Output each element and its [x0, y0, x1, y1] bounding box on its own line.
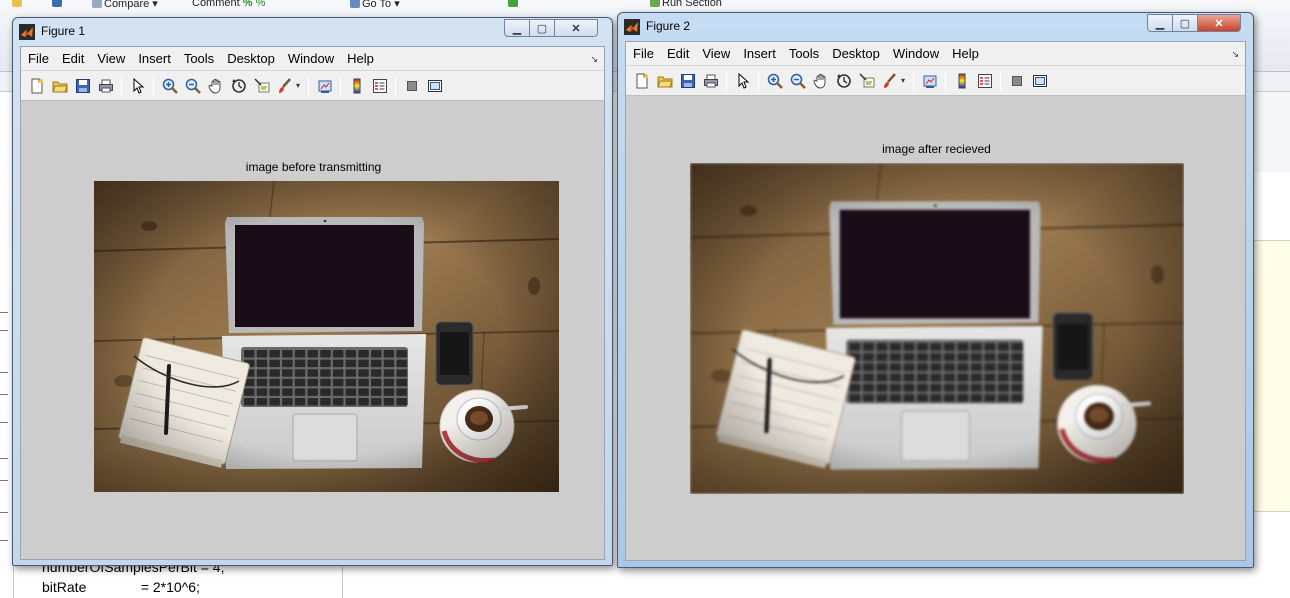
toolbar-separator — [758, 70, 759, 91]
code-line[interactable]: bitRate = 2*10^6; — [42, 579, 200, 595]
menu-insert[interactable]: Insert — [743, 46, 776, 61]
menu-window[interactable]: Window — [893, 46, 939, 61]
toolbar-separator — [340, 75, 341, 96]
figure-1-client: File Edit View Insert Tools Desktop Wind… — [20, 46, 605, 560]
figure-1-window[interactable]: Figure 1 ▁ ▢ ✕ File Edit View Insert Too… — [12, 17, 613, 566]
menu-file[interactable]: File — [633, 46, 654, 61]
zoom-in-icon[interactable] — [158, 75, 181, 97]
save-figure-icon[interactable] — [676, 70, 699, 92]
show-plot-tools-icon[interactable] — [423, 75, 446, 97]
figure-2-titlebar[interactable]: Figure 2 ▁ ▢ ✕ — [618, 13, 1253, 41]
rotate-3d-icon[interactable] — [227, 75, 250, 97]
save-figure-icon[interactable] — [71, 75, 94, 97]
edit-plot-arrow-icon[interactable] — [126, 75, 149, 97]
show-plot-tools-icon[interactable] — [1028, 70, 1051, 92]
image-after-received[interactable] — [690, 163, 1184, 494]
compare-button[interactable]: Compare ▾ — [92, 0, 158, 10]
menu-tools[interactable]: Tools — [184, 51, 214, 66]
menu-window[interactable]: Window — [288, 51, 334, 66]
menu-desktop[interactable]: Desktop — [227, 51, 275, 66]
hide-plot-tools-icon[interactable] — [400, 75, 423, 97]
menu-help[interactable]: Help — [347, 51, 374, 66]
data-cursor-icon[interactable] — [855, 70, 878, 92]
menu-help[interactable]: Help — [952, 46, 979, 61]
window-title: Figure 1 — [41, 24, 86, 38]
figure-toolbar: ▾ — [21, 71, 604, 101]
menu-edit[interactable]: Edit — [62, 51, 84, 66]
edit-plot-arrow-icon[interactable] — [731, 70, 754, 92]
toolbar-separator — [1000, 70, 1001, 91]
menu-file[interactable]: File — [28, 51, 49, 66]
menu-bar: File Edit View Insert Tools Desktop Wind… — [21, 47, 604, 71]
menu-view[interactable]: View — [97, 51, 125, 66]
laptop-desk-photo — [690, 163, 1184, 494]
dock-arrow-icon[interactable]: ↘ — [590, 54, 598, 65]
maximize-button[interactable]: ▢ — [1172, 14, 1198, 32]
toolbar-separator — [913, 70, 914, 91]
open-file-icon[interactable] — [48, 75, 71, 97]
brush-dropdown-icon[interactable]: ▾ — [901, 76, 909, 85]
insert-colorbar-icon[interactable] — [345, 75, 368, 97]
new-figure-icon[interactable] — [25, 75, 48, 97]
editor-section-highlight — [1250, 240, 1290, 512]
insert-legend-icon[interactable] — [973, 70, 996, 92]
insert-legend-icon[interactable] — [368, 75, 391, 97]
pan-hand-icon[interactable] — [204, 75, 227, 97]
menu-edit[interactable]: Edit — [667, 46, 689, 61]
insert-colorbar-icon[interactable] — [950, 70, 973, 92]
toolbar-separator — [121, 75, 122, 96]
comment-button[interactable]: Comment % % — [192, 0, 265, 9]
open-file-icon[interactable] — [653, 70, 676, 92]
figure-toolbar: ▾ — [626, 66, 1245, 96]
toolbar-separator — [945, 70, 946, 91]
minimize-button[interactable]: ▁ — [1147, 14, 1173, 32]
maximize-button[interactable]: ▢ — [529, 19, 555, 37]
zoom-out-icon[interactable] — [181, 75, 204, 97]
toolstrip-save-icon[interactable] — [52, 0, 64, 9]
new-figure-icon[interactable] — [630, 70, 653, 92]
zoom-out-icon[interactable] — [786, 70, 809, 92]
figure-1-titlebar[interactable]: Figure 1 ▁ ▢ ✕ — [13, 18, 612, 46]
image-before-transmitting[interactable] — [94, 181, 559, 492]
matlab-logo-icon — [19, 24, 35, 40]
menu-desktop[interactable]: Desktop — [832, 46, 880, 61]
menu-bar: File Edit View Insert Tools Desktop Wind… — [626, 42, 1245, 66]
run-icon[interactable] — [508, 0, 520, 9]
menu-insert[interactable]: Insert — [138, 51, 171, 66]
link-plot-icon[interactable] — [313, 75, 336, 97]
laptop-desk-photo — [94, 181, 559, 492]
axes-title: image before transmitting — [245, 160, 382, 174]
toolbar-separator — [726, 70, 727, 91]
print-figure-icon[interactable] — [94, 75, 117, 97]
window-title: Figure 2 — [646, 19, 691, 33]
close-button[interactable]: ✕ — [554, 19, 598, 37]
zoom-in-icon[interactable] — [763, 70, 786, 92]
editor-header-strip — [1250, 92, 1290, 172]
brush-icon[interactable] — [878, 70, 901, 92]
brush-icon[interactable] — [273, 75, 296, 97]
link-plot-icon[interactable] — [918, 70, 941, 92]
toolbar-separator — [153, 75, 154, 96]
toolstrip-folder-icon[interactable] — [12, 0, 24, 9]
run-section-button[interactable]: Run Section — [650, 0, 722, 9]
goto-button[interactable]: Go To ▾ — [350, 0, 400, 10]
pan-hand-icon[interactable] — [809, 70, 832, 92]
matlab-logo-icon — [624, 19, 640, 35]
figure-2-window[interactable]: Figure 2 ▁ ▢ ✕ File Edit View Insert Too… — [617, 12, 1254, 568]
data-cursor-icon[interactable] — [250, 75, 273, 97]
rotate-3d-icon[interactable] — [832, 70, 855, 92]
figure-2-client: File Edit View Insert Tools Desktop Wind… — [625, 41, 1246, 561]
brush-dropdown-icon[interactable]: ▾ — [296, 81, 304, 90]
menu-view[interactable]: View — [702, 46, 730, 61]
menu-tools[interactable]: Tools — [789, 46, 819, 61]
minimize-button[interactable]: ▁ — [504, 19, 530, 37]
print-figure-icon[interactable] — [699, 70, 722, 92]
toolbar-separator — [395, 75, 396, 96]
axes-title: image after recieved — [882, 142, 991, 156]
dock-arrow-icon[interactable]: ↘ — [1231, 49, 1239, 60]
toolbar-separator — [308, 75, 309, 96]
close-button[interactable]: ✕ — [1197, 14, 1241, 32]
hide-plot-tools-icon[interactable] — [1005, 70, 1028, 92]
